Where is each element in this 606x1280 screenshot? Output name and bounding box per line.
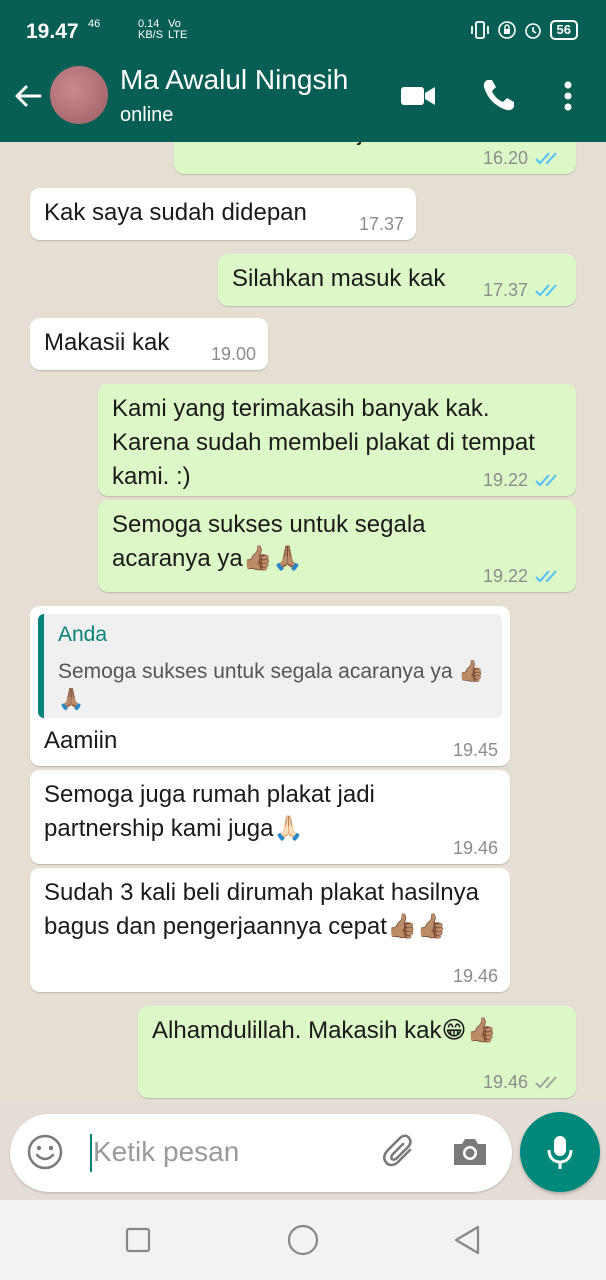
message-incoming-reply[interactable]: Anda Semoga sukses untuk segala acaranya…	[30, 606, 510, 766]
phone-icon[interactable]	[478, 76, 518, 116]
message-text: Semoga juga rumah plakat jadi partnershi…	[44, 781, 375, 842]
message-meta: 17.37	[483, 280, 564, 300]
message-meta: 19.46	[453, 966, 498, 986]
chat-area[interactable]: Berteduh dulu aja. Hati" 16.20 Kak saya …	[0, 142, 606, 1102]
message-composer[interactable]: Ketik pesan	[10, 1114, 512, 1192]
back-arrow-icon[interactable]	[12, 80, 44, 112]
quote-author: Anda	[58, 623, 108, 646]
back-nav-icon[interactable]	[450, 1222, 486, 1258]
message-meta: 19.45	[453, 740, 498, 760]
message-meta: 19.00	[211, 344, 256, 364]
message-meta: 19.46	[453, 838, 498, 858]
status-time: 19.47	[26, 20, 79, 43]
message-time: 19.00	[210, 344, 256, 364]
network-type: 46	[88, 18, 101, 30]
read-ticks-icon	[535, 284, 557, 297]
contact-name[interactable]: Ma Awalul Ningsih	[120, 64, 348, 96]
message-text: Aamiin	[44, 727, 118, 754]
camera-icon[interactable]	[450, 1132, 490, 1172]
lock-icon	[497, 21, 516, 39]
quoted-message[interactable]: Anda Semoga sukses untuk segala acaranya…	[38, 614, 502, 718]
message-meta: 19.22	[483, 566, 564, 586]
read-ticks-icon	[535, 570, 557, 583]
message-outgoing[interactable]: Silahkan masuk kak 17.37	[218, 254, 576, 306]
message-time: 17.37	[358, 214, 404, 234]
carrier-label: Vo LTE	[168, 18, 188, 41]
message-incoming[interactable]: Semoga juga rumah plakat jadi partnershi…	[30, 770, 510, 864]
chat-header: Ma Awalul Ningsih online	[0, 62, 606, 142]
message-time: 19.46	[452, 838, 498, 858]
status-icons: 56	[470, 20, 578, 40]
vibrate-icon	[470, 21, 489, 39]
message-text: Alhamdulillah. Makasih kak😁👍🏽	[152, 1017, 497, 1044]
text-caret	[90, 1134, 92, 1172]
message-meta: 17.37	[359, 214, 404, 234]
mic-icon	[547, 1136, 573, 1169]
message-incoming[interactable]: Makasii kak 19.00	[30, 318, 268, 370]
video-call-icon[interactable]	[398, 76, 438, 116]
mic-button[interactable]	[520, 1112, 600, 1192]
network-speed: 0.14 KB/S	[138, 18, 164, 41]
message-input[interactable]: Ketik pesan	[93, 1136, 239, 1168]
avatar[interactable]	[50, 66, 108, 124]
battery-indicator: 56	[549, 20, 578, 40]
message-time: 17.37	[482, 280, 528, 300]
more-vert-icon[interactable]	[548, 76, 588, 116]
message-text: Sudah 3 kali beli dirumah plakat hasilny…	[44, 879, 479, 940]
message-meta: 19.46	[483, 1072, 564, 1092]
network-indicator: 46 0.14 KB/S Vo LTE	[88, 18, 187, 41]
read-ticks-icon	[535, 474, 557, 487]
message-text: Kak saya sudah didepan	[44, 199, 307, 226]
message-time: 19.22	[482, 470, 528, 490]
message-meta: 16.20	[483, 148, 564, 168]
recents-icon[interactable]	[120, 1222, 156, 1258]
message-outgoing[interactable]: Alhamdulillah. Makasih kak😁👍🏽 19.46	[138, 1006, 576, 1098]
message-outgoing[interactable]: Berteduh dulu aja. Hati" 16.20	[174, 142, 576, 174]
message-time: 16.20	[482, 148, 528, 168]
emoji-icon[interactable]	[26, 1133, 64, 1171]
attach-icon[interactable]	[380, 1132, 420, 1172]
read-ticks-icon	[535, 152, 557, 165]
contact-status: online	[120, 104, 174, 126]
message-time: 19.46	[482, 1072, 528, 1092]
message-outgoing[interactable]: Kami yang terimakasih banyak kak. Karena…	[98, 384, 576, 496]
message-time: 19.46	[452, 966, 498, 986]
message-time: 19.45	[452, 740, 498, 760]
message-time: 19.22	[482, 566, 528, 586]
delivered-ticks-icon	[535, 1076, 557, 1089]
message-text: Semoga sukses untuk segala acaranya ya👍🏽…	[112, 511, 426, 572]
status-bar: 19.47 46 0.14 KB/S Vo LTE 56	[0, 0, 606, 62]
quote-text: Semoga sukses untuk segala acaranya ya 👍…	[58, 660, 485, 711]
message-outgoing[interactable]: Semoga sukses untuk segala acaranya ya👍🏽…	[98, 500, 576, 592]
home-icon[interactable]	[285, 1222, 321, 1258]
message-incoming[interactable]: Kak saya sudah didepan 17.37	[30, 188, 416, 240]
message-meta: 19.22	[483, 470, 564, 490]
alarm-icon	[524, 23, 541, 39]
message-incoming[interactable]: Sudah 3 kali beli dirumah plakat hasilny…	[30, 868, 510, 992]
system-nav-bar	[0, 1200, 606, 1280]
